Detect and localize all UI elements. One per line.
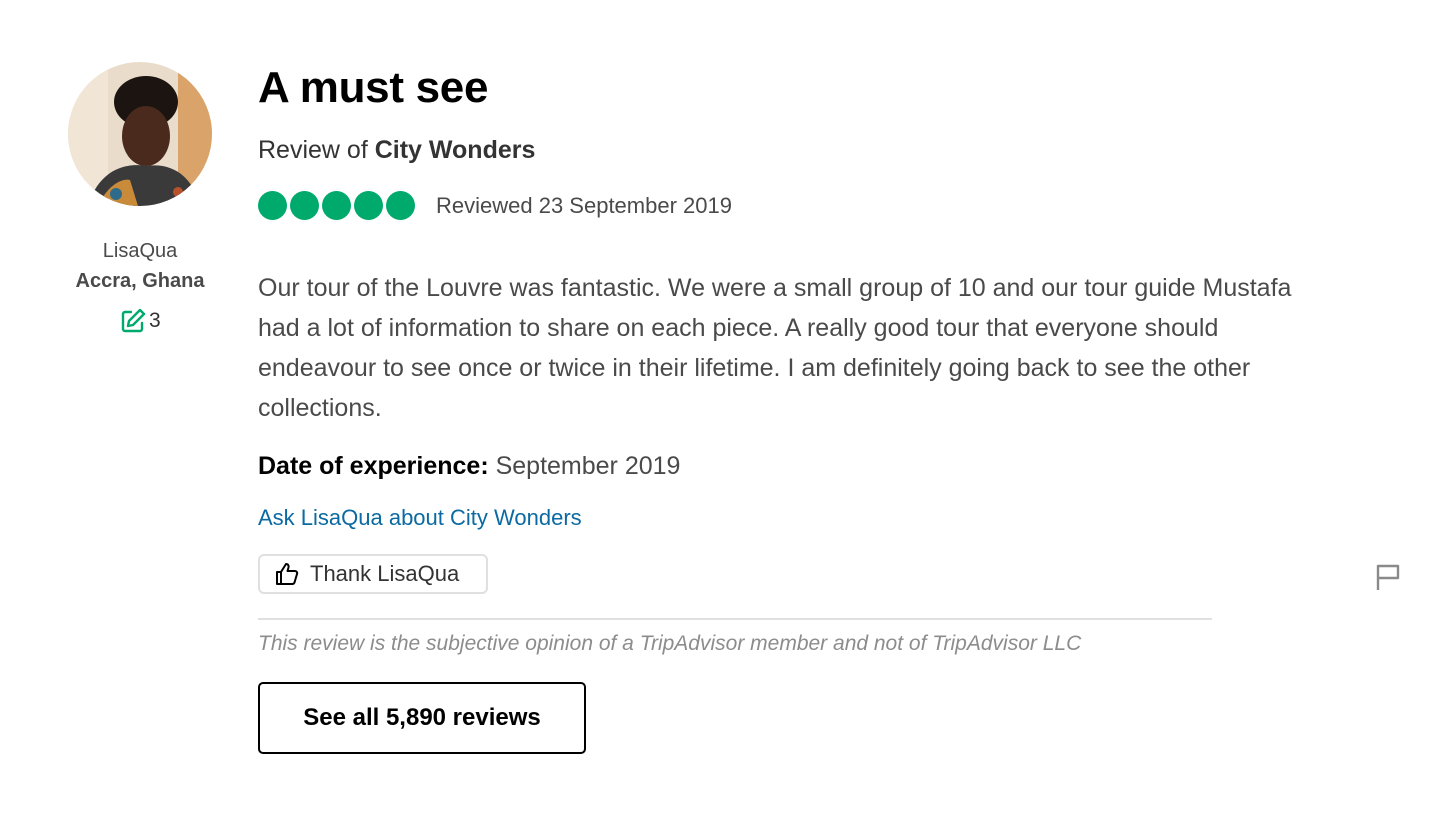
divider <box>258 618 1212 620</box>
review-of-prefix: Review of <box>258 136 375 164</box>
rating-bubble-1 <box>258 190 287 220</box>
review-of: Review of City Wonders <box>258 134 535 166</box>
review-of-business-name[interactable]: City Wonders <box>375 136 536 164</box>
reviewer-avatar[interactable] <box>68 62 212 206</box>
experience-label: Date of experience: <box>258 452 489 480</box>
reviewed-date: Reviewed 23 September 2019 <box>436 193 732 218</box>
review-body-line: had a lot of information to share on eac… <box>258 314 1219 342</box>
contributions-count: 3 <box>119 307 161 335</box>
rating-bubble-5 <box>386 190 415 220</box>
see-all-reviews-button[interactable]: See all 5,890 reviews <box>258 682 586 754</box>
flag-icon[interactable] <box>1373 562 1403 592</box>
contributions-number: 3 <box>149 309 161 332</box>
reviewer-location: Accra, Ghana <box>75 270 205 292</box>
review-body-line: endeavour to see once or twice in their … <box>258 354 1251 382</box>
review-body-line: Our tour of the Louvre was fantastic. We… <box>258 274 1292 302</box>
reviewer-name[interactable]: LisaQua <box>40 240 240 263</box>
ask-reviewer-link[interactable]: Ask LisaQua about City Wonders <box>258 503 582 533</box>
date-of-experience: Date of experience: September 2019 <box>258 449 680 483</box>
thank-label: Thank LisaQua <box>310 561 460 586</box>
thank-reviewer-button[interactable]: Thank LisaQua <box>258 554 488 594</box>
review-disclaimer: This review is the subjective opinion of… <box>258 632 1082 655</box>
experience-value: September 2019 <box>488 452 681 480</box>
rating-bubble-4 <box>354 190 383 220</box>
rating-bubble-3 <box>322 190 351 220</box>
edit-icon <box>121 308 146 333</box>
rating-bubbles <box>258 189 415 221</box>
review-title[interactable]: A must see <box>258 62 488 114</box>
rating-bubble-2 <box>290 190 319 220</box>
thumbs-up-icon <box>276 563 299 585</box>
review-body-line: collections. <box>258 394 382 422</box>
avatar-photo <box>68 62 212 206</box>
review-body: Our tour of the Louvre was fantastic. We… <box>258 268 1452 428</box>
